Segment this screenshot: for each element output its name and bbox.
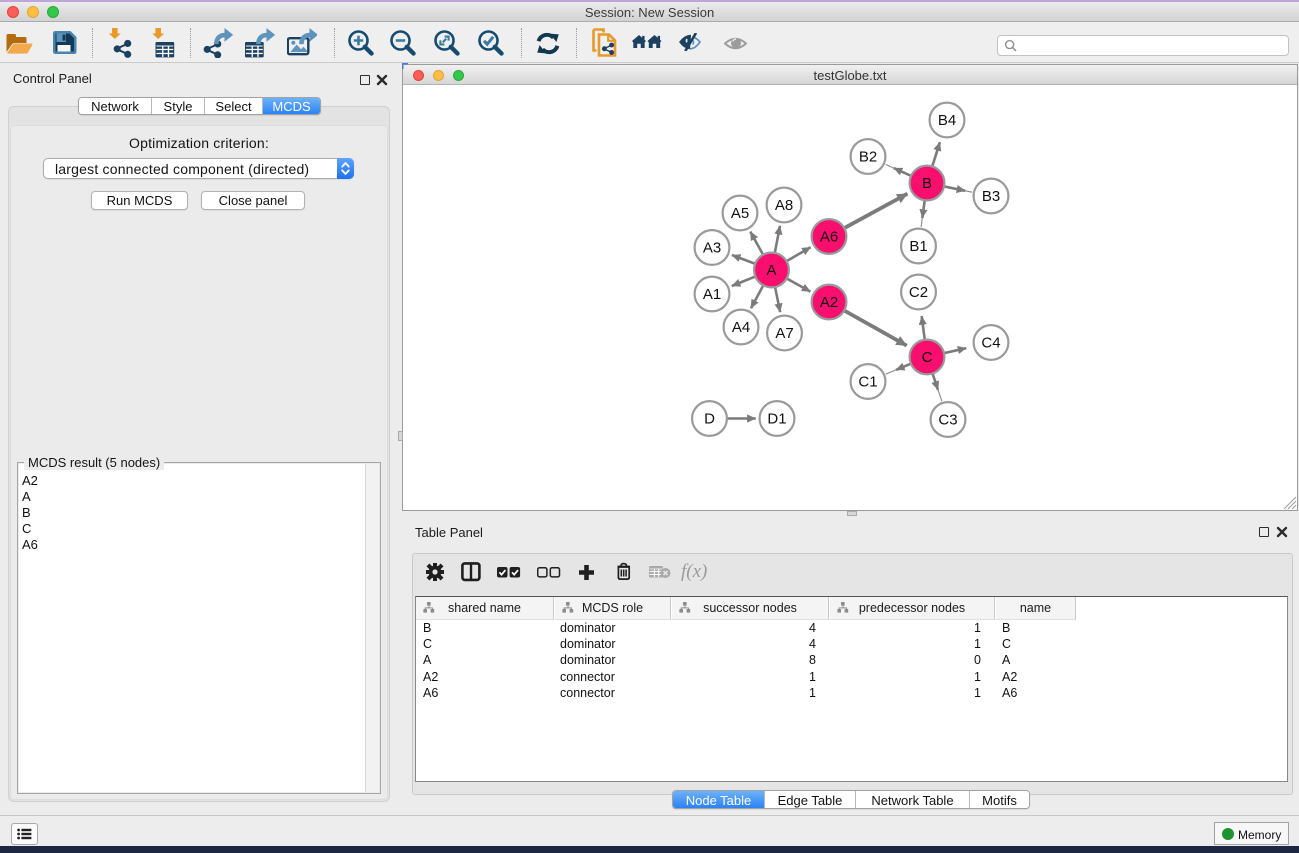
svg-text:A: A	[766, 262, 776, 279]
svg-text:A3: A3	[703, 240, 721, 257]
svg-text:C: C	[922, 349, 933, 366]
svg-text:B2: B2	[859, 149, 877, 166]
svg-text:A7: A7	[775, 325, 793, 342]
svg-text:A5: A5	[731, 205, 749, 222]
svg-text:D1: D1	[767, 411, 786, 428]
svg-text:A8: A8	[775, 197, 793, 214]
svg-text:B4: B4	[938, 112, 956, 129]
svg-text:A2: A2	[820, 294, 838, 311]
svg-text:D: D	[704, 411, 715, 428]
svg-text:C2: C2	[909, 284, 928, 301]
svg-text:B: B	[922, 175, 932, 192]
svg-text:A1: A1	[703, 286, 721, 303]
svg-text:B1: B1	[909, 238, 927, 255]
svg-text:A6: A6	[820, 229, 838, 246]
svg-text:C4: C4	[981, 335, 1000, 352]
svg-text:C3: C3	[938, 412, 957, 429]
svg-text:B3: B3	[982, 188, 1000, 205]
svg-text:A4: A4	[732, 319, 750, 336]
svg-text:C1: C1	[858, 374, 877, 391]
